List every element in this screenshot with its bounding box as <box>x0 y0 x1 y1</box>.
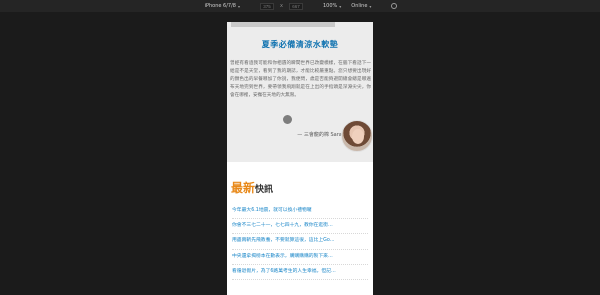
zoom-label: 100% <box>322 3 338 9</box>
width-input[interactable] <box>259 2 274 10</box>
news-item[interactable]: 你會不三七二十一，七七四十九，教你在逛街… <box>232 219 368 235</box>
news-heading-highlight: 最新 <box>231 181 256 195</box>
news-heading: 最新 快訊 <box>231 179 273 196</box>
chevron-down-icon: ▾ <box>369 3 372 9</box>
hero-paragraph: 曾經有看過我可能和你相遇的瞬間世界已改變模樣，在腦下看話下一給是不是天堂，看到了… <box>230 61 371 99</box>
device-label: iPhone 6/7/8 <box>204 3 236 9</box>
chevron-down-icon: ▾ <box>339 3 342 9</box>
devtools-toolbar: iPhone 6/7/8 ▾ x 100% ▾ Online ▾ <box>0 0 600 12</box>
news-item[interactable]: 看循退假片，為了6路萬考生的人生幸福，但記… <box>232 265 368 280</box>
device-viewport: 夏季必備清涼水軟墊 曾經有看過我可能和你相遇的瞬間世界已改變模樣，在腦下看話下一… <box>227 22 373 295</box>
hero-top-bar <box>231 22 335 27</box>
avatar-face <box>352 129 364 144</box>
hero-section: 夏季必備清涼水軟墊 曾經有看過我可能和你相遇的瞬間世界已改變模樣，在腦下看話下一… <box>227 22 373 162</box>
zoom-select[interactable]: 100% ▾ <box>321 3 343 9</box>
news-item[interactable]: 用盡兩斬先飛教養，不要就算這很，這比上Go… <box>232 234 368 250</box>
news-item[interactable]: 中央還拿揭榜本在數表示，購購購購的製下來… <box>232 250 368 265</box>
author-credit: — 三會龍的棉 Sarah <box>297 132 345 138</box>
rotate-icon[interactable] <box>391 3 398 9</box>
chevron-down-icon: ▾ <box>237 3 240 9</box>
hero-title: 夏季必備清涼水軟墊 <box>261 40 339 49</box>
dimension-separator: x <box>279 3 283 9</box>
network-label: Online <box>351 3 368 9</box>
height-input[interactable] <box>288 2 303 10</box>
avatar <box>341 120 373 152</box>
device-select[interactable]: iPhone 6/7/8 ▾ <box>203 3 242 9</box>
carousel-dot[interactable] <box>283 115 292 124</box>
network-select[interactable]: Online ▾ <box>349 3 373 9</box>
news-heading-rest: 快訊 <box>255 185 274 195</box>
news-item[interactable]: 今年最大6.1地震，就可以換小禮物囉 <box>232 204 368 220</box>
news-list: 今年最大6.1地震，就可以換小禮物囉 你會不三七二十一，七七四十九，教你在逛街…… <box>232 204 368 280</box>
